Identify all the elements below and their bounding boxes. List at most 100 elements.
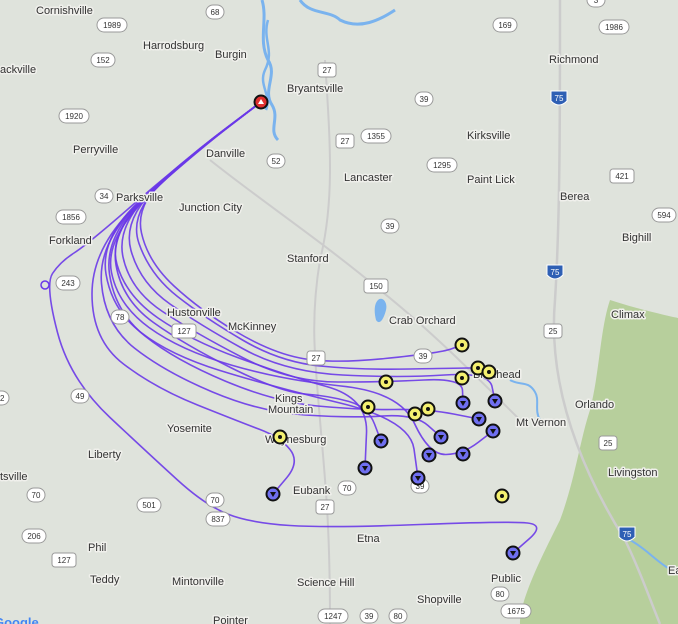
landing-marker[interactable]: [421, 447, 437, 463]
town-label: Climax: [611, 309, 645, 321]
town-label: Junction City: [179, 202, 242, 214]
route-shield: 70: [26, 487, 46, 503]
waypoint-marker[interactable]: [407, 406, 423, 422]
route-shield: 837: [205, 511, 231, 527]
town-label: Cornishville: [36, 5, 93, 17]
route-shield-label: 501: [142, 501, 156, 510]
route-shield-label: 39: [386, 222, 395, 231]
launch-marker[interactable]: [253, 94, 269, 110]
landing-marker[interactable]: [455, 395, 471, 411]
landing-marker[interactable]: [455, 446, 471, 462]
waypoint-marker[interactable]: [420, 401, 436, 417]
town-label: Eubank: [293, 485, 331, 497]
town-label: Livingston: [608, 467, 658, 479]
landing-marker[interactable]: [373, 433, 389, 449]
route-shield: 25: [543, 323, 563, 339]
route-shield-label: 243: [61, 279, 75, 288]
town-label: Parksville: [116, 192, 163, 204]
waypoint-marker[interactable]: [494, 488, 510, 504]
route-shield: 34: [94, 188, 114, 204]
waypoint-dot: [460, 343, 464, 347]
route-shield: 39: [380, 218, 400, 234]
landing-marker[interactable]: [505, 545, 521, 561]
route-shield: 1247: [317, 608, 349, 624]
route-shield-label: 27: [323, 66, 332, 75]
waypoint-marker[interactable]: [454, 370, 470, 386]
town-label: tsville: [0, 471, 28, 483]
town-label: Lancaster: [344, 172, 393, 184]
route-shield: 70: [337, 480, 357, 496]
town-label: Mountain: [268, 404, 313, 416]
town-label: Kirksville: [467, 130, 510, 142]
route-shield-label: 39: [419, 352, 428, 361]
landing-marker[interactable]: [487, 393, 503, 409]
town-label: Bryantsville: [287, 83, 343, 95]
route-shield-label: 150: [369, 282, 383, 291]
route-shield: 42: [0, 390, 10, 406]
terrain-layer: 68 1989 169 1986 3 152 27 39 75 1920 1355 27 52 1295 4…: [0, 0, 678, 624]
route-shield-label: 27: [312, 354, 321, 363]
waypoint-marker[interactable]: [481, 364, 497, 380]
route-shield-label: 1856: [62, 213, 80, 222]
landing-marker[interactable]: [485, 423, 501, 439]
waypoint-dot: [460, 376, 464, 380]
town-label: Berea: [560, 191, 590, 203]
landing-marker[interactable]: [410, 470, 426, 486]
town-label: Mintonville: [172, 576, 224, 588]
town-label: Richmond: [549, 54, 599, 66]
route-shield-label: 75: [551, 268, 560, 277]
landing-marker[interactable]: [265, 486, 281, 502]
route-shield: 1355: [360, 128, 392, 144]
route-shield: 68: [205, 4, 225, 20]
town-label: Danville: [206, 148, 245, 160]
route-shield: 152: [90, 52, 116, 68]
town-label: Teddy: [90, 574, 120, 586]
town-label: Perryville: [73, 144, 118, 156]
town-label: Public: [491, 573, 521, 585]
route-shield: 78: [110, 309, 130, 325]
waypoint-marker[interactable]: [360, 399, 376, 415]
route-shield-label: 837: [211, 515, 225, 524]
route-shield: 80: [490, 586, 510, 602]
route-shield: 421: [609, 168, 635, 184]
route-shield-label: 25: [604, 439, 613, 448]
town-label: Hustonville: [167, 307, 221, 319]
route-shield-label: 70: [211, 496, 220, 505]
town-label: Stanford: [287, 253, 329, 265]
route-shield: 75: [546, 264, 564, 280]
landing-marker[interactable]: [357, 460, 373, 476]
route-shield: 27: [317, 62, 337, 78]
route-shield: 1989: [96, 17, 128, 33]
route-shield-label: 75: [555, 94, 564, 103]
landing-marker[interactable]: [471, 411, 487, 427]
town-label: Crab Orchard: [389, 315, 456, 327]
route-shield-label: 25: [549, 327, 558, 336]
route-shield: 243: [55, 275, 81, 291]
waypoint-dot: [487, 370, 491, 374]
route-shield: 75: [550, 90, 568, 106]
waypoint-marker[interactable]: [272, 429, 288, 445]
route-shield-label: 70: [343, 484, 352, 493]
route-shield-label: 1675: [507, 607, 525, 616]
town-label: Science Hill: [297, 577, 354, 589]
route-shield: 1986: [598, 19, 630, 35]
route-shield: 75: [618, 526, 636, 542]
route-shield-label: 127: [177, 327, 191, 336]
waypoint-marker[interactable]: [454, 337, 470, 353]
route-shield-label: 80: [496, 590, 505, 599]
map-canvas[interactable]: 68 1989 169 1986 3 152 27 39 75 1920 1355 27 52 1295 4…: [0, 0, 678, 624]
route-shield: 52: [266, 153, 286, 169]
route-shield: 27: [335, 133, 355, 149]
route-shield-label: 52: [272, 157, 281, 166]
route-shield-label: 70: [32, 491, 41, 500]
route-shield-label: 75: [623, 530, 632, 539]
waypoint-marker[interactable]: [378, 374, 394, 390]
route-shield: 1856: [55, 209, 87, 225]
town-label: Mt Vernon: [516, 417, 566, 429]
town-label: Burgin: [215, 49, 247, 61]
landing-marker[interactable]: [433, 429, 449, 445]
route-shield-label: 78: [116, 313, 125, 322]
route-shield-label: 49: [76, 392, 85, 401]
route-shield: 1295: [426, 157, 458, 173]
town-label: Ea: [668, 565, 678, 577]
